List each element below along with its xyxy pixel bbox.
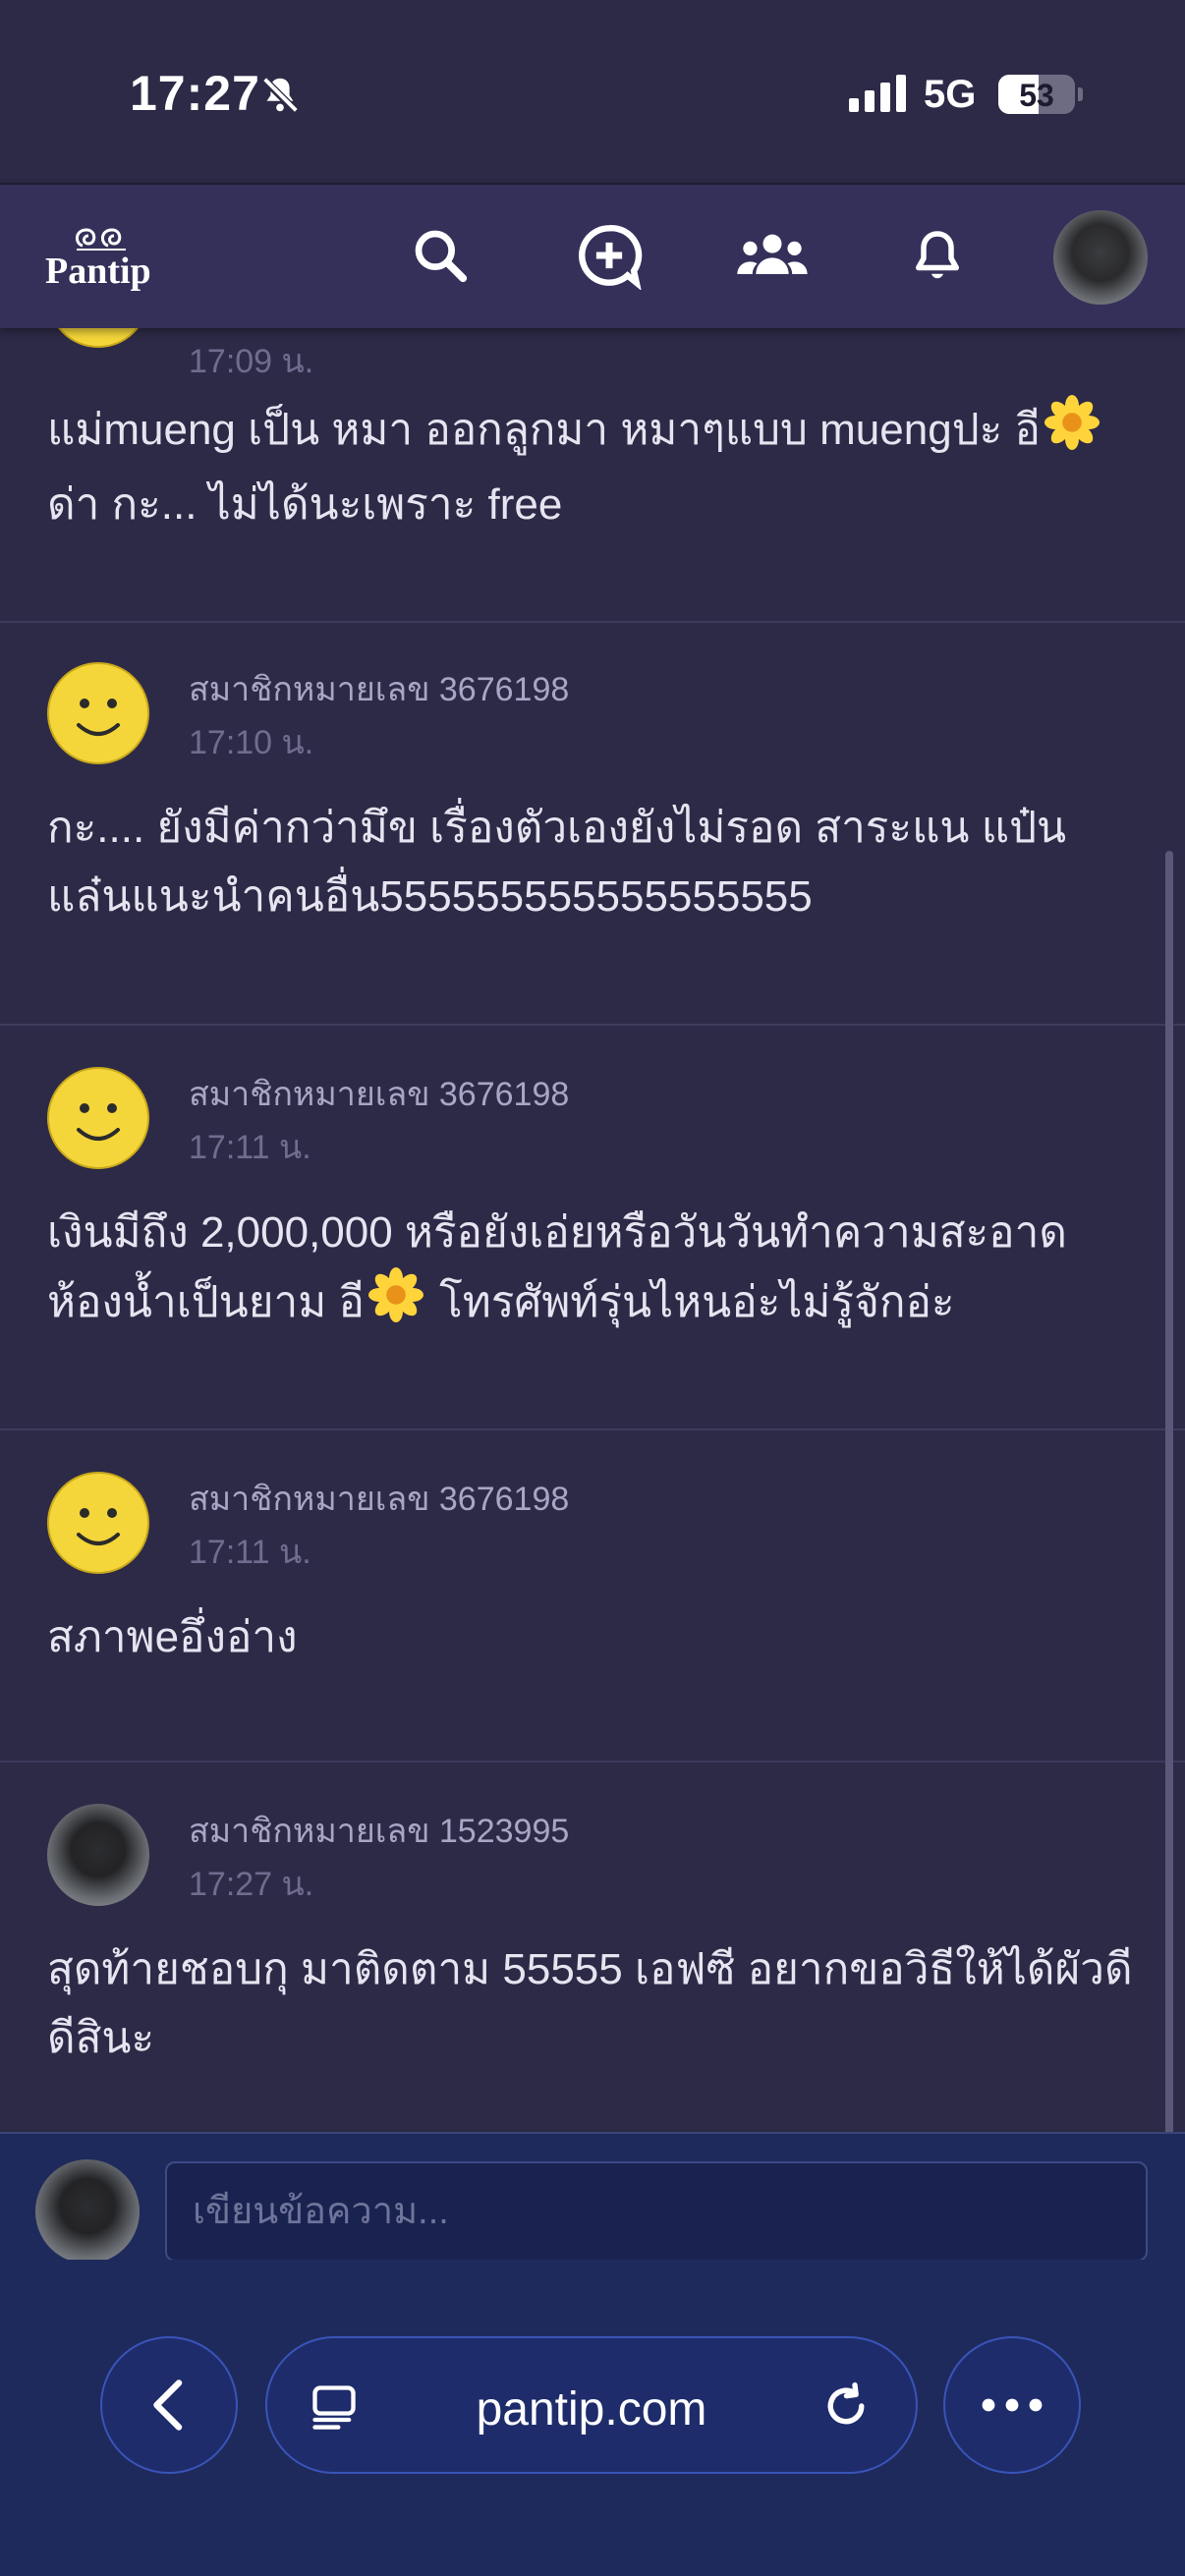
avatar-photo[interactable] xyxy=(47,1804,149,1906)
pantip-logo[interactable]: Pantip xyxy=(45,224,171,293)
comment-text: สภาพeอึ่งอ่าง xyxy=(47,1613,298,1661)
comment-username[interactable]: สมาชิกหมายเลข 3676198 xyxy=(189,1472,569,1525)
comment-username[interactable]: สมาชิกหมายเลข 1523995 xyxy=(189,1804,569,1857)
scrollbar[interactable] xyxy=(1165,851,1173,2197)
comment-text-part: ด่า กะ... ไม่ได้นะเพราะ free xyxy=(47,480,563,529)
network-type: 5G xyxy=(924,73,977,116)
comment-item: สมาชิกหมายเลข 3676198 17:11 น. สภาพeอึ่ง… xyxy=(0,1430,1185,1763)
comment-text-part: แม่mueng เป็น หมา ออกลูกมา หมาๆแบบ mueng… xyxy=(47,406,1041,455)
flower-emoji-icon xyxy=(1044,395,1100,471)
logo-text: Pantip xyxy=(45,251,151,292)
notifications-button[interactable] xyxy=(896,214,979,297)
status-time: 17:27 xyxy=(130,66,260,121)
comment-text: กะ.... ยังมีค่ากว่ามึข เรื่องตัวเองยังไม… xyxy=(47,804,1067,921)
comment-item: 17:09 น. แม่mueng เป็น หมา ออกลูกมา หมาๆ… xyxy=(0,326,1185,623)
status-bar: 17:27 5G 53 xyxy=(0,0,1185,183)
reload-icon[interactable] xyxy=(819,2380,873,2433)
comment-text: เงินมีถึง 2,000,000 หรือยังเอ่ยหรือวันวั… xyxy=(47,1199,1138,1343)
comment-time: 17:27 น. xyxy=(189,1866,314,1903)
community-icon xyxy=(737,234,808,274)
battery-level: 53 xyxy=(1019,78,1054,113)
app-header: Pantip xyxy=(0,183,1185,328)
bell-icon xyxy=(916,231,959,279)
avatar-smiley-icon[interactable] xyxy=(47,1472,149,1574)
back-button[interactable] xyxy=(100,2336,238,2474)
comment-item: สมาชิกหมายเลข 3676198 17:10 น. กะ.... ยั… xyxy=(0,621,1185,1026)
comment-time: 17:11 น. xyxy=(189,1534,311,1571)
more-button[interactable] xyxy=(943,2336,1081,2474)
add-chat-icon xyxy=(579,225,643,290)
url-text: pantip.com xyxy=(476,2383,707,2436)
user-avatar[interactable] xyxy=(1053,210,1148,305)
battery-icon: 53 xyxy=(998,75,1075,114)
battery-tip xyxy=(1078,87,1083,101)
address-bar[interactable]: pantip.com xyxy=(265,2336,918,2474)
comment-item: สมาชิกหมายเลข 1523995 17:27 น. สุดท้ายชอ… xyxy=(0,1763,1185,2132)
comment-list: 17:09 น. แม่mueng เป็น หมา ออกลูกมา หมาๆ… xyxy=(0,326,1185,2132)
reply-avatar xyxy=(35,2159,140,2264)
comment-text-part: โทรศัพท์รุ่นไหนอ่ะไม่รู้จักอ่ะ xyxy=(426,1278,955,1327)
comment-username[interactable]: สมาชิกหมายเลข 3676198 xyxy=(189,1067,569,1120)
avatar-smiley-icon[interactable] xyxy=(47,1067,149,1169)
comment-item: สมาชิกหมายเลข 3676198 17:11 น. เงินมีถึง… xyxy=(0,1026,1185,1430)
comment-time: 17:09 น. xyxy=(189,343,314,380)
comment-time: 17:11 น. xyxy=(189,1129,311,1166)
flower-emoji-icon xyxy=(367,1267,423,1343)
comment-text: แม่mueng เป็น หมา ออกลูกมา หมาๆแบบ mueng… xyxy=(47,395,1138,539)
search-button[interactable] xyxy=(399,214,481,297)
chevron-left-icon xyxy=(153,2380,183,2431)
comment-username[interactable]: สมาชิกหมายเลข 3676198 xyxy=(189,662,569,715)
more-icon xyxy=(982,2398,1043,2412)
reply-bar xyxy=(0,2132,1185,2264)
avatar-smiley-icon[interactable] xyxy=(47,326,149,348)
cellular-signal-icon xyxy=(849,75,908,117)
comment-time: 17:10 น. xyxy=(189,724,314,761)
avatar-smiley-icon[interactable] xyxy=(47,662,149,764)
browser-toolbar: pantip.com xyxy=(0,2260,1185,2576)
silent-bell-icon xyxy=(257,73,303,123)
new-post-button[interactable] xyxy=(568,214,650,297)
search-icon xyxy=(415,230,468,283)
community-button[interactable] xyxy=(731,214,814,297)
reply-input[interactable] xyxy=(165,2161,1148,2262)
comment-text: สุดท้ายชอบกุ มาติดตาม 55555 เอฟซี อยากขอ… xyxy=(47,1945,1133,2062)
